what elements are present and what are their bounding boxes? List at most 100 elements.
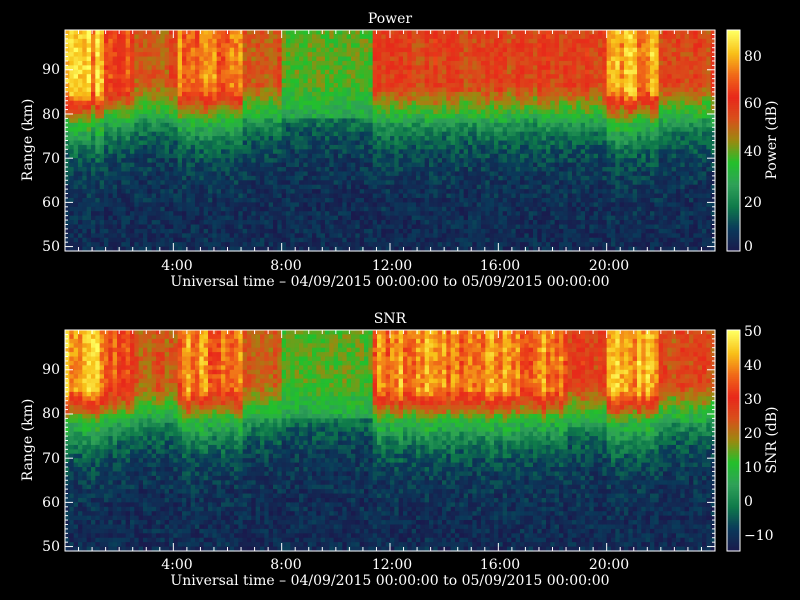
heatmap-cell [238, 132, 243, 137]
heatmap-cell [78, 123, 83, 128]
heatmap-cell [368, 211, 373, 216]
heatmap-cell [433, 48, 438, 53]
heatmap-cell [182, 105, 187, 110]
heatmap-cell [316, 167, 321, 172]
heatmap-cell [143, 238, 148, 243]
heatmap-cell [273, 233, 278, 238]
heatmap-cell [282, 176, 287, 181]
heatmap-cell [321, 79, 326, 84]
heatmap-cell [351, 132, 356, 137]
heatmap-cell [312, 163, 317, 168]
heatmap-cell [308, 141, 313, 146]
heatmap-cell [451, 149, 456, 154]
heatmap-cell [295, 65, 300, 70]
heatmap-cell [485, 211, 490, 216]
heatmap-cell [490, 43, 495, 48]
heatmap-cell [433, 171, 438, 176]
heatmap-cell [364, 34, 369, 39]
heatmap-cell [438, 70, 443, 75]
heatmap-cell [420, 189, 425, 194]
heatmap-cell [368, 65, 373, 70]
heatmap-cell [351, 145, 356, 150]
heatmap-cell [165, 48, 170, 53]
heatmap-cell [394, 61, 399, 66]
heatmap-cell [269, 57, 274, 62]
heatmap-cell [173, 118, 178, 123]
heatmap-cell [221, 202, 226, 207]
heatmap-cell [247, 233, 252, 238]
heatmap-cell [204, 110, 209, 115]
heatmap-cell [377, 229, 382, 234]
heatmap-cell [256, 220, 261, 225]
heatmap-cell [108, 105, 113, 110]
heatmap-cell [104, 167, 109, 172]
heatmap-cell [156, 127, 161, 132]
heatmap-cell [173, 180, 178, 185]
heatmap-cell [186, 242, 191, 247]
heatmap-cell [477, 216, 482, 221]
heatmap-cell [407, 39, 412, 44]
heatmap-cell [165, 105, 170, 110]
heatmap-cell [69, 118, 74, 123]
heatmap-cell [490, 176, 495, 181]
heatmap-cell [364, 118, 369, 123]
heatmap-cell [316, 145, 321, 150]
heatmap-cell [381, 149, 386, 154]
heatmap-cell [442, 202, 447, 207]
heatmap-cell [442, 154, 447, 159]
heatmap-cell [243, 96, 248, 101]
heatmap-cell [108, 202, 113, 207]
heatmap-cell [290, 163, 295, 168]
heatmap-cell [433, 52, 438, 57]
heatmap-cell [451, 167, 456, 172]
heatmap-cell [134, 105, 139, 110]
heatmap-cell [316, 79, 321, 84]
heatmap-cell [429, 57, 434, 62]
heatmap-cell [169, 110, 174, 115]
heatmap-cell [334, 207, 339, 212]
heatmap-cell [234, 224, 239, 229]
heatmap-cell [425, 57, 430, 62]
heatmap-cell [264, 229, 269, 234]
heatmap-cell [91, 34, 96, 39]
heatmap-cell [87, 163, 92, 168]
heatmap-cell [104, 132, 109, 137]
heatmap-cell [69, 207, 74, 212]
heatmap-cell [325, 220, 330, 225]
heatmap-cell [429, 224, 434, 229]
heatmap-cell [338, 194, 343, 199]
heatmap-cell [342, 163, 347, 168]
heatmap-cell [490, 242, 495, 247]
heatmap-cell [412, 154, 417, 159]
heatmap-cell [420, 92, 425, 97]
heatmap-cell [377, 70, 382, 75]
heatmap-cell [234, 110, 239, 115]
heatmap-cell [455, 52, 460, 57]
heatmap-cell [178, 65, 183, 70]
heatmap-cell [420, 242, 425, 247]
heatmap-cell [438, 65, 443, 70]
heatmap-cell [264, 87, 269, 92]
heatmap-cell [147, 127, 152, 132]
heatmap-cell [308, 118, 313, 123]
heatmap-cell [208, 220, 213, 225]
heatmap-cell [199, 185, 204, 190]
heatmap-cell [260, 57, 265, 62]
heatmap-cell [403, 105, 408, 110]
heatmap-cell [273, 180, 278, 185]
heatmap-cell [217, 118, 222, 123]
heatmap-cell [100, 96, 105, 101]
heatmap-cell [199, 154, 204, 159]
heatmap-cell [464, 114, 469, 119]
heatmap-cell [113, 229, 118, 234]
heatmap-cell [403, 163, 408, 168]
heatmap-cell [403, 74, 408, 79]
heatmap-cell [364, 198, 369, 203]
heatmap-cell [199, 158, 204, 163]
heatmap-cell [368, 101, 373, 106]
heatmap-cell [433, 202, 438, 207]
heatmap-cell [87, 185, 92, 190]
heatmap-cell [264, 220, 269, 225]
heatmap-cell [299, 114, 304, 119]
heatmap-cell [468, 61, 473, 66]
